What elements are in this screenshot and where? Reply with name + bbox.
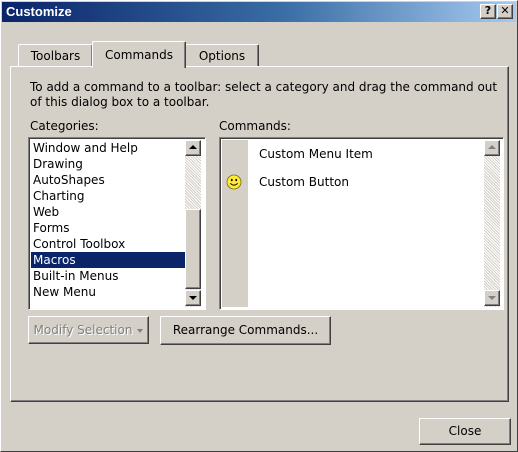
list-item[interactable]: Custom Button <box>222 168 484 196</box>
list-item[interactable]: Web <box>31 204 185 220</box>
help-button[interactable]: ? <box>480 4 496 19</box>
dropdown-arrow-icon <box>137 328 144 333</box>
commands-scrollbar[interactable] <box>484 140 500 307</box>
list-item[interactable]: Charting <box>31 188 185 204</box>
list-item[interactable]: New Menu <box>31 284 185 300</box>
title-close-button[interactable]: ✕ <box>497 4 513 19</box>
categories-scroll-thumb[interactable] <box>185 209 201 289</box>
list-item[interactable]: Built-in Menus <box>31 268 185 284</box>
list-item[interactable]: AutoShapes <box>31 172 185 188</box>
list-item[interactable]: Custom Menu Item <box>222 140 484 168</box>
instructions-text: To add a command to a toolbar: select a … <box>30 80 498 109</box>
categories-listbox[interactable]: Window and Help Drawing AutoShapes Chart… <box>28 137 206 310</box>
arrow-down-icon <box>189 296 197 300</box>
tab-options-label: Options <box>198 49 246 63</box>
modify-selection-label: Modify Selection <box>33 323 133 337</box>
tab-commands-label: Commands <box>105 48 173 62</box>
arrow-up-icon <box>189 145 197 149</box>
window-title: Customize <box>6 4 72 19</box>
list-item[interactable]: Control Toolbox <box>31 236 185 252</box>
commands-scroll-down-button[interactable] <box>484 290 500 306</box>
smiley-face-icon <box>226 174 242 190</box>
close-button[interactable]: Close <box>419 418 511 445</box>
tab-options[interactable]: Options <box>185 44 259 66</box>
categories-label: Categories: <box>30 119 99 133</box>
commands-scroll-up-button[interactable] <box>484 140 500 156</box>
tab-toolbars[interactable]: Toolbars <box>18 44 93 66</box>
title-bar[interactable]: Customize ? ✕ <box>2 2 516 22</box>
customize-dialog: Customize ? ✕ Toolbars Commands Options … <box>0 0 518 452</box>
commands-listbox[interactable]: Custom Menu Item Custom Button <box>219 137 504 310</box>
list-item[interactable]: Forms <box>31 220 185 236</box>
rearrange-commands-button[interactable]: Rearrange Commands... <box>160 316 331 345</box>
command-label: Custom Menu Item <box>259 147 373 161</box>
command-label: Custom Button <box>259 175 349 189</box>
list-item[interactable]: Drawing <box>31 156 185 172</box>
categories-scroll-down-button[interactable] <box>185 290 201 306</box>
tab-toolbars-label: Toolbars <box>30 49 81 63</box>
arrow-down-icon <box>488 296 496 300</box>
list-item[interactable]: Window and Help <box>31 140 185 156</box>
arrow-up-icon <box>488 145 496 149</box>
categories-scroll-up-button[interactable] <box>185 140 201 156</box>
tab-commands[interactable]: Commands <box>92 41 186 68</box>
commands-label: Commands: <box>219 119 291 133</box>
list-item-selected[interactable]: Macros <box>31 252 185 268</box>
modify-selection-button[interactable]: Modify Selection <box>28 316 149 344</box>
